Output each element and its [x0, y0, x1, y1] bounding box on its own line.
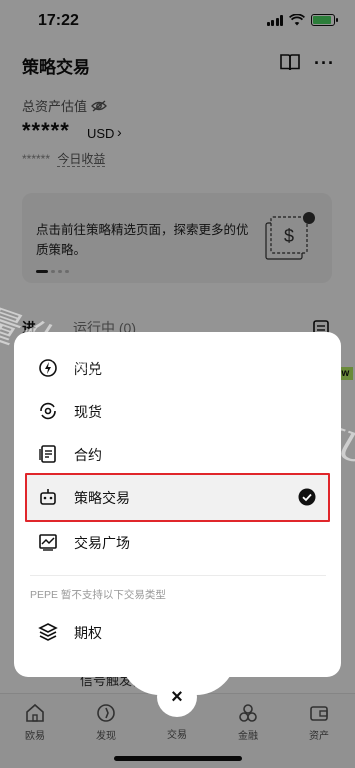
contract-icon: [39, 445, 56, 463]
menu-item-label: 交易广场: [74, 535, 130, 551]
menu-item-flash-swap[interactable]: 闪兑: [14, 346, 341, 390]
close-button[interactable]: ×: [157, 677, 197, 717]
menu-item-label: 合约: [74, 447, 102, 463]
check-circle-icon: [298, 488, 316, 506]
menu-item-contract[interactable]: 合约: [14, 432, 341, 476]
trading-square-icon: [39, 534, 57, 551]
layers-icon: [38, 623, 58, 641]
menu-item-label: 期权: [74, 625, 102, 641]
selected-highlight: [25, 473, 330, 522]
unsupported-note: PEPE 暂不支持以下交易类型: [30, 589, 166, 601]
menu-divider: [30, 575, 326, 576]
menu-item-options[interactable]: 期权: [14, 610, 341, 654]
menu-item-trading-square[interactable]: 交易广场: [14, 520, 341, 564]
menu-item-spot[interactable]: 现货: [14, 389, 341, 433]
flash-swap-icon: [39, 359, 57, 377]
menu-item-label: 闪兑: [74, 361, 102, 377]
menu-item-label: 现货: [74, 404, 102, 420]
spot-icon: [40, 402, 56, 420]
